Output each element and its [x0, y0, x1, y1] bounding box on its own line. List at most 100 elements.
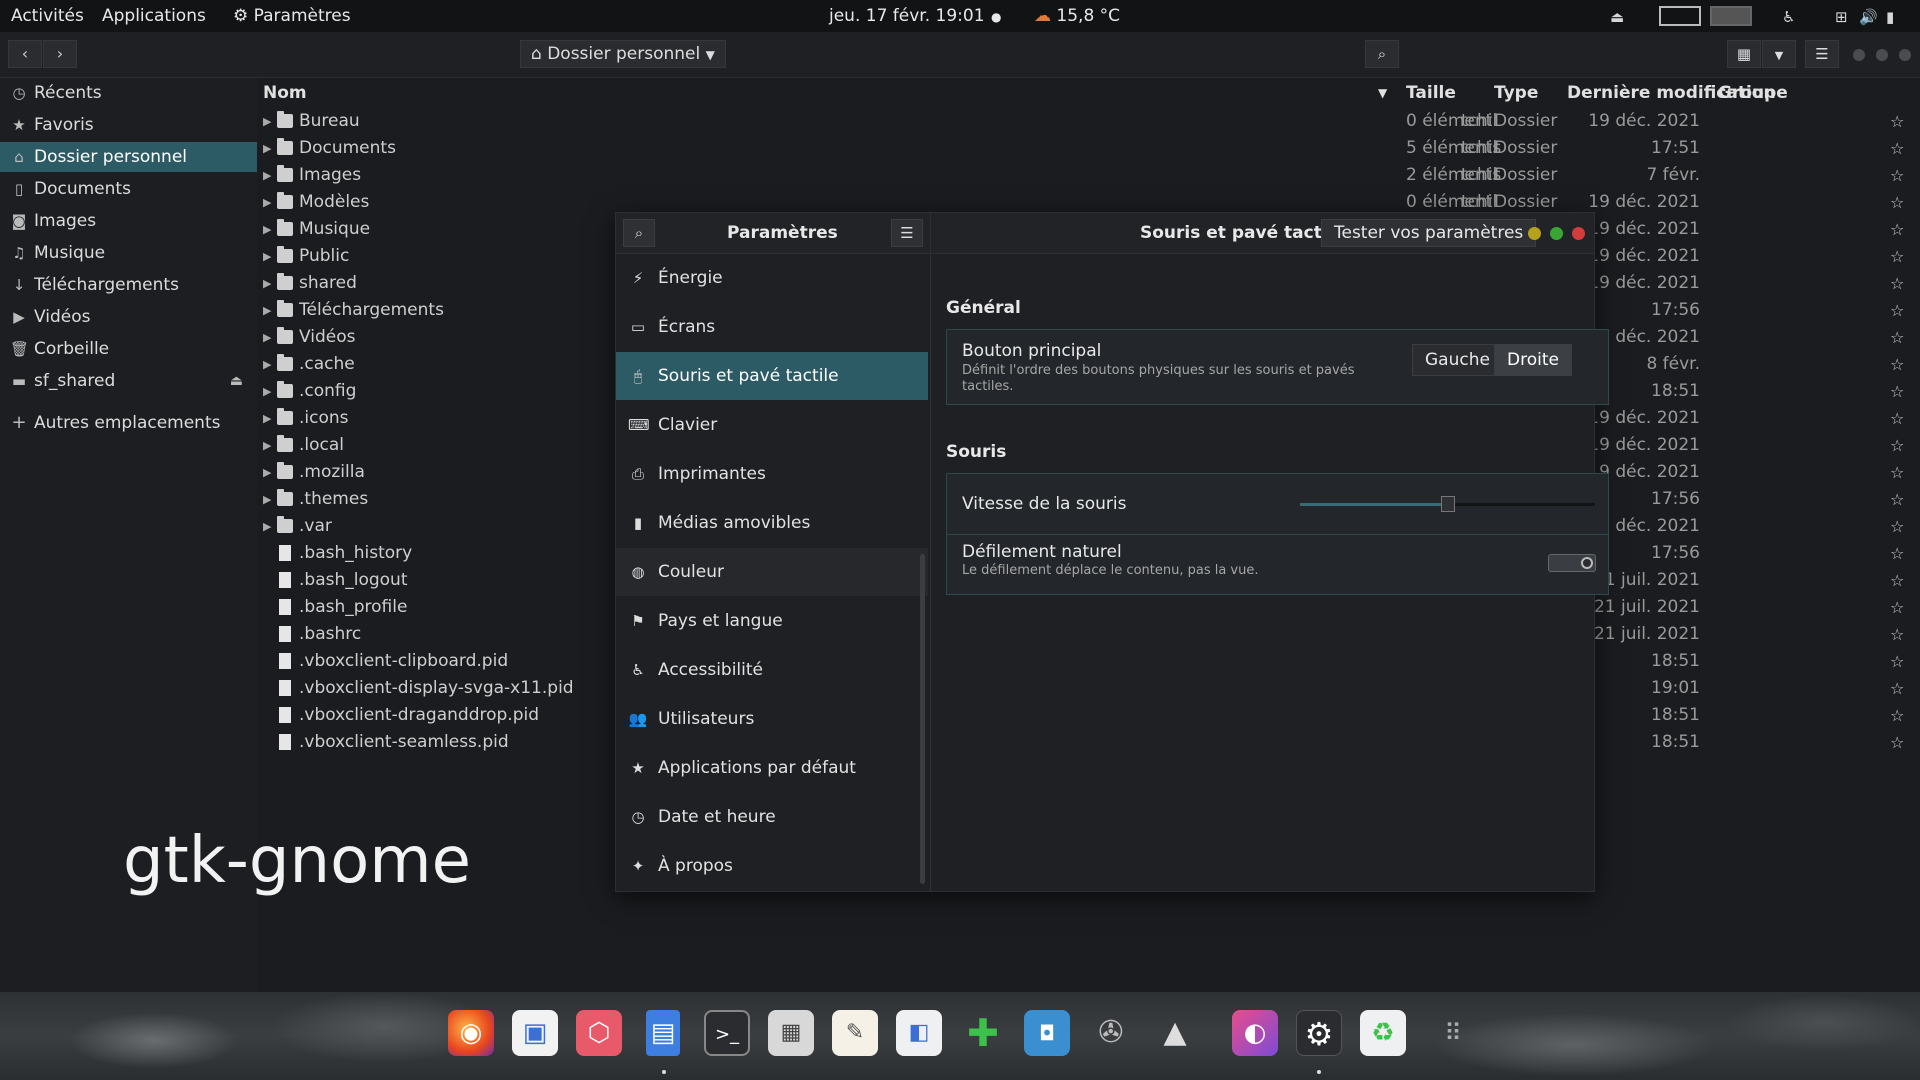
theme-tool-icon[interactable]: ◐	[1232, 1010, 1278, 1056]
expander-arrow-icon[interactable]: ▶	[263, 378, 271, 405]
extensions-icon[interactable]: ✚	[960, 1010, 1006, 1056]
software-store-icon[interactable]: ▣	[512, 1010, 558, 1056]
primary-button-right[interactable]: Droite	[1494, 344, 1572, 376]
settings-nav-users[interactable]: 👥 Utilisateurs	[616, 695, 928, 743]
star-icon[interactable]: ☆	[1890, 216, 1904, 243]
star-icon[interactable]: ☆	[1890, 459, 1904, 486]
settings-nav-date-time[interactable]: ◷ Date et heure	[616, 793, 928, 841]
sidebar-item-downloads[interactable]: ↓ Téléchargements	[0, 270, 257, 300]
firefox-icon[interactable]: ◉	[448, 1010, 494, 1056]
settings-nav-power[interactable]: ⚡ Énergie	[616, 254, 928, 302]
settings-nav-removable-media[interactable]: ▮ Médias amovibles	[616, 499, 928, 547]
eject-icon[interactable]: ⏏	[230, 366, 243, 396]
gimp-icon[interactable]: ✇	[1088, 1010, 1134, 1056]
column-header-name[interactable]: Nom	[263, 78, 307, 108]
minimize-window-button[interactable]	[1853, 49, 1865, 61]
expander-arrow-icon[interactable]: ▶	[263, 297, 271, 324]
clock[interactable]: jeu. 17 févr. 19:01	[829, 6, 985, 26]
settings-nav-accessibility[interactable]: ♿ Accessibilité	[616, 646, 928, 694]
expander-arrow-icon[interactable]: ▶	[263, 513, 271, 540]
sidebar-item-recents[interactable]: ◷ Récents	[0, 78, 257, 108]
light-theme-toggle-icon[interactable]	[1659, 6, 1701, 26]
volume-icon[interactable]: 🔊	[1859, 8, 1878, 26]
expander-arrow-icon[interactable]: ▶	[263, 189, 271, 216]
screenshot-icon[interactable]: ◘	[1024, 1010, 1070, 1056]
natural-scroll-switch[interactable]	[1548, 554, 1596, 572]
back-button[interactable]: ‹	[8, 40, 42, 68]
star-icon[interactable]: ☆	[1890, 162, 1904, 189]
close-window-button[interactable]	[1899, 49, 1911, 61]
sidebar-item-images[interactable]: ◙ Images	[0, 206, 257, 236]
expander-arrow-icon[interactable]: ▶	[263, 243, 271, 270]
expander-arrow-icon[interactable]: ▶	[263, 351, 271, 378]
network-icon[interactable]: ⊞	[1835, 8, 1848, 26]
star-icon[interactable]: ☆	[1890, 702, 1904, 729]
settings-sidebar-scrollbar[interactable]	[920, 554, 925, 884]
minimize-window-button[interactable]	[1528, 227, 1541, 240]
dark-theme-toggle-icon[interactable]	[1710, 6, 1752, 26]
maximize-window-button[interactable]	[1550, 227, 1563, 240]
mouse-speed-slider-handle[interactable]	[1440, 496, 1455, 512]
sidebar-item-other-locations[interactable]: + Autres emplacements	[0, 408, 257, 438]
expander-arrow-icon[interactable]: ▶	[263, 459, 271, 486]
star-icon[interactable]: ☆	[1890, 567, 1904, 594]
activities-button[interactable]: Activités	[11, 6, 84, 26]
star-icon[interactable]: ☆	[1890, 135, 1904, 162]
star-icon[interactable]: ☆	[1890, 675, 1904, 702]
star-icon[interactable]: ☆	[1890, 486, 1904, 513]
settings-nav-region[interactable]: ⚑ Pays et langue	[616, 597, 928, 645]
settings-nav-keyboard[interactable]: ⌨ Clavier	[616, 401, 928, 449]
star-icon[interactable]: ☆	[1890, 540, 1904, 567]
star-icon[interactable]: ☆	[1890, 351, 1904, 378]
sort-descending-icon[interactable]: ▼	[1378, 78, 1387, 108]
column-header-type[interactable]: Type	[1494, 78, 1538, 108]
settings-menu-button[interactable]: ☰	[891, 219, 923, 247]
star-icon[interactable]: ☆	[1890, 432, 1904, 459]
table-row[interactable]: ▶ Images 2 éléments Dossier 7 févr. tchil ☆	[257, 162, 1920, 189]
expander-arrow-icon[interactable]: ▶	[263, 108, 271, 135]
star-icon[interactable]: ☆	[1890, 189, 1904, 216]
column-header-group[interactable]: Groupe	[1718, 78, 1788, 108]
sidebar-item-sf-shared[interactable]: ▬ sf_shared ⏏	[0, 366, 257, 396]
settings-search-button[interactable]: ⌕	[623, 219, 655, 247]
battery-icon[interactable]: ▮	[1886, 8, 1894, 26]
expander-arrow-icon[interactable]: ▶	[263, 270, 271, 297]
settings-nav-printers[interactable]: ⎙ Imprimantes	[616, 450, 928, 498]
sidebar-item-favorites[interactable]: ★ Favoris	[0, 110, 257, 140]
column-header-size[interactable]: Taille	[1406, 78, 1456, 108]
star-icon[interactable]: ☆	[1890, 108, 1904, 135]
menu-button[interactable]: ☰	[1805, 40, 1839, 68]
star-icon[interactable]: ☆	[1890, 243, 1904, 270]
maximize-window-button[interactable]	[1876, 49, 1888, 61]
inkscape-icon[interactable]: ▲	[1152, 1010, 1198, 1056]
expander-arrow-icon[interactable]: ▶	[263, 135, 271, 162]
expander-arrow-icon[interactable]: ▶	[263, 432, 271, 459]
applications-menu[interactable]: Applications	[102, 6, 206, 26]
sidebar-item-trash[interactable]: 🗑 Corbeille	[0, 334, 257, 364]
expander-arrow-icon[interactable]: ▶	[263, 405, 271, 432]
weather-indicator[interactable]: ☁ 15,8 °C	[1034, 6, 1120, 26]
sidebar-item-documents[interactable]: ▯ Documents	[0, 174, 257, 204]
primary-button-left[interactable]: Gauche	[1412, 344, 1503, 376]
settings-nav-about[interactable]: ✦ À propos	[616, 842, 928, 890]
settings-nav-default-apps[interactable]: ★ Applications par défaut	[616, 744, 928, 792]
recycle-bin-icon[interactable]: ♻	[1360, 1010, 1406, 1056]
star-icon[interactable]: ☆	[1890, 270, 1904, 297]
star-icon[interactable]: ☆	[1890, 648, 1904, 675]
terminal-icon[interactable]: >_	[704, 1010, 750, 1056]
text-editor-icon[interactable]: ✎	[832, 1010, 878, 1056]
settings-app-menu[interactable]: ⚙ Paramètres	[233, 6, 351, 26]
close-window-button[interactable]	[1572, 227, 1585, 240]
star-icon[interactable]: ☆	[1890, 729, 1904, 756]
expander-arrow-icon[interactable]: ▶	[263, 216, 271, 243]
settings-nav-color[interactable]: ◍ Couleur	[616, 548, 928, 596]
app-grid-icon[interactable]: ⠿	[1430, 1010, 1476, 1056]
star-icon[interactable]: ☆	[1890, 324, 1904, 351]
star-icon[interactable]: ☆	[1890, 378, 1904, 405]
settings-gear-icon[interactable]: ⚙	[1296, 1010, 1342, 1056]
calculator-icon[interactable]: ▦	[768, 1010, 814, 1056]
forward-button[interactable]: ›	[43, 40, 77, 68]
sidebar-item-videos[interactable]: ▶ Vidéos	[0, 302, 257, 332]
expander-arrow-icon[interactable]: ▶	[263, 486, 271, 513]
star-icon[interactable]: ☆	[1890, 594, 1904, 621]
